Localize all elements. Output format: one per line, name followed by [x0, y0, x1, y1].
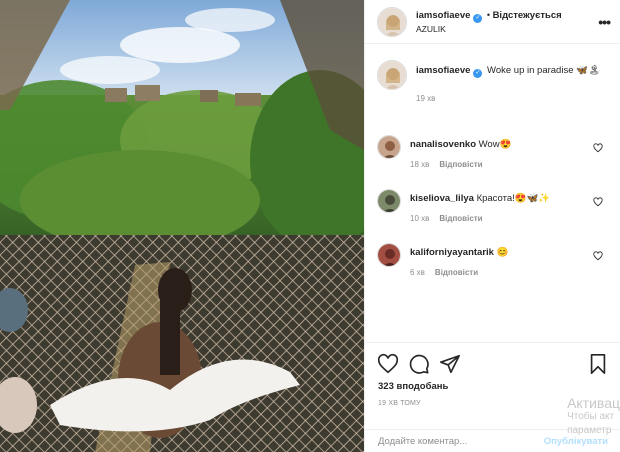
comment-body: kiseliova_lilya Красота!😍🦋✨ 10 хв Відпові… — [410, 189, 550, 225]
comment-username[interactable]: kaliforniyayantarik — [410, 247, 494, 258]
bookmark-icon[interactable] — [587, 353, 609, 375]
separator-dot: • — [484, 9, 493, 20]
comment-input[interactable] — [378, 436, 544, 447]
likes-count[interactable]: 323 вподобань — [365, 377, 620, 392]
comment-meta: 10 хв Відповісти — [410, 212, 550, 225]
avatar[interactable] — [377, 135, 401, 159]
header-username[interactable]: iamsofiaeve — [416, 10, 470, 21]
comment-text: Красота!😍🦋✨ — [476, 193, 551, 204]
comment-text: 😊 — [496, 247, 509, 258]
caption-body: iamsofiaeve ✓ Woke up in paradise 🦋🏝 19 х… — [416, 60, 600, 105]
like-comment-heart-icon[interactable] — [593, 143, 603, 153]
location-link[interactable]: AZULIK — [416, 23, 562, 35]
caption-username[interactable]: iamsofiaeve — [416, 65, 470, 76]
comment-item: nanalisovenko Wow😍 18 хв Відповісти — [365, 135, 620, 171]
heart-icon[interactable] — [377, 353, 399, 375]
windows-activation-watermark: Активац Чтобы акт параметр — [567, 396, 620, 438]
comment-time[interactable]: 6 хв — [410, 268, 425, 277]
caption-text: Woke up in paradise 🦋🏝 — [487, 65, 601, 76]
action-icons — [365, 343, 620, 377]
verified-icon: ✓ — [473, 13, 483, 23]
comments-list: iamsofiaeve ✓ Woke up in paradise 🦋🏝 19 х… — [365, 60, 620, 105]
comment-time[interactable]: 18 хв — [410, 160, 429, 169]
comment-meta: 18 хв Відповісти — [410, 158, 511, 171]
verified-icon: ✓ — [473, 69, 483, 78]
avatar[interactable] — [377, 189, 401, 213]
like-comment-heart-icon[interactable] — [593, 197, 603, 207]
post-image — [0, 0, 364, 452]
watermark-title: Активац — [567, 395, 620, 411]
comment-username[interactable]: kiseliova_lilya — [410, 193, 474, 204]
avatar[interactable] — [377, 60, 407, 90]
comment-text: Wow😍 — [478, 139, 512, 150]
comment-username[interactable]: nanalisovenko — [410, 139, 476, 150]
reply-button[interactable]: Відповісти — [435, 268, 478, 277]
comment-time[interactable]: 10 хв — [410, 214, 429, 223]
avatar[interactable] — [377, 6, 407, 37]
comment-body: nanalisovenko Wow😍 18 хв Відповісти — [410, 135, 511, 171]
post-header: iamsofiaeve ✓ • Відстежується AZULIK ••• — [365, 0, 620, 44]
comment-icon[interactable] — [408, 353, 430, 375]
comment-meta: 6 хв Відповісти — [410, 266, 508, 279]
more-dots-icon[interactable]: ••• — [598, 14, 611, 30]
follow-status-button[interactable]: Відстежується — [493, 10, 562, 21]
like-comment-heart-icon[interactable] — [593, 251, 603, 261]
caption-meta: 19 хв — [416, 92, 600, 105]
caption: iamsofiaeve ✓ Woke up in paradise 🦋🏝 19 х… — [365, 60, 620, 105]
header-text: iamsofiaeve ✓ • Відстежується AZULIK — [416, 9, 562, 35]
post-details-panel: iamsofiaeve ✓ • Відстежується AZULIK ••• … — [364, 0, 620, 452]
reply-button[interactable]: Відповісти — [439, 214, 482, 223]
avatar[interactable] — [377, 243, 401, 267]
share-icon[interactable] — [439, 353, 461, 375]
comment-item: kiseliova_lilya Красота!😍🦋✨ 10 хв Відпові… — [365, 189, 620, 225]
watermark-subtitle: Чтобы акт — [567, 411, 615, 422]
caption-time[interactable]: 19 хв — [416, 94, 435, 103]
comment-body: kaliforniyayantarik 😊 6 хв Відповісти — [410, 243, 508, 279]
comment-item: kaliforniyayantarik 😊 6 хв Відповісти — [365, 243, 620, 279]
post-photo[interactable] — [0, 0, 364, 452]
watermark-settings: параметр — [567, 425, 612, 436]
reply-button[interactable]: Відповісти — [439, 160, 482, 169]
